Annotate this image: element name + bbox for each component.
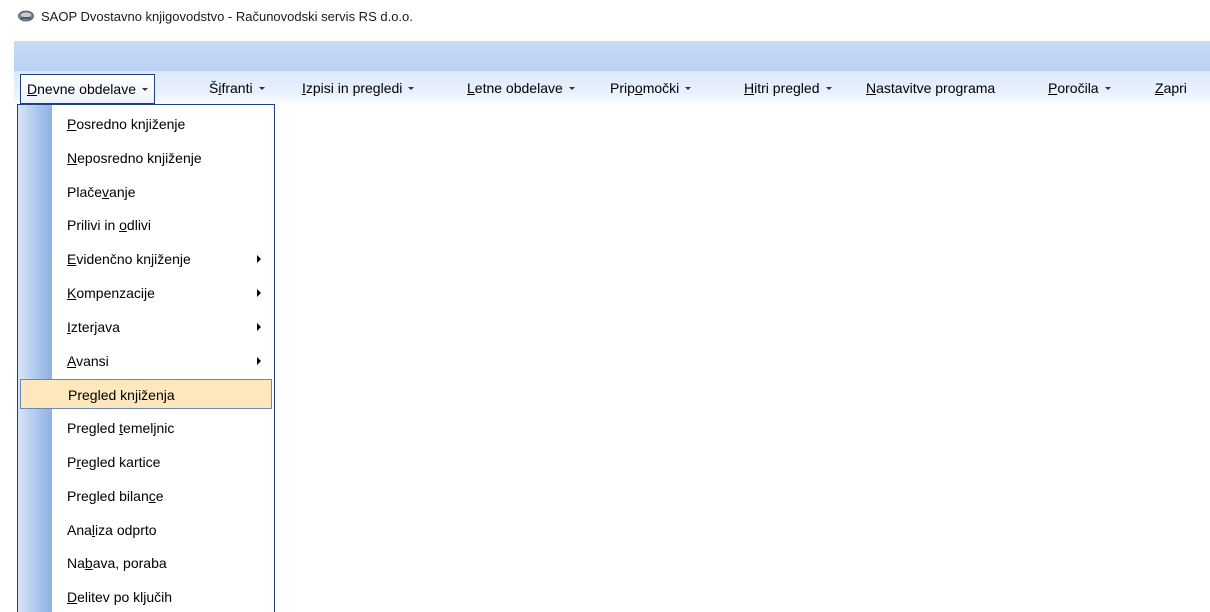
menu-label: Pripomočki	[610, 80, 680, 96]
dropdown-item-label: Pregled knjiženja	[68, 387, 175, 404]
menu-label: Letne obdelave	[467, 80, 563, 96]
dropdown-item-label: Nabava, poraba	[67, 555, 167, 572]
submenu-arrow-icon	[257, 322, 261, 331]
dropdown-item-label: Prilivi in odlivi	[67, 217, 152, 234]
menu-porocila[interactable]: Poročila	[1048, 75, 1111, 101]
caret-down-icon	[408, 86, 415, 90]
dropdown-item-label: Kompenzacije	[67, 285, 155, 301]
dropdown-item-pregled-kartice[interactable]: Pregled kartice	[18, 447, 274, 477]
dropdown-item-label: Neposredno knjiženje	[67, 149, 202, 166]
window-title: SAOP Dvostavno knjigovodstvo - Računovod…	[41, 9, 413, 24]
caret-down-icon	[142, 87, 148, 91]
caret-down-icon	[685, 86, 692, 90]
dropdown-item-label: Plačevanje	[67, 183, 136, 200]
menu-label: Poročila	[1048, 80, 1099, 96]
menu-letne-obdelave[interactable]: Letne obdelave	[467, 75, 575, 101]
caret-down-icon	[258, 86, 265, 90]
menu-label: Hitri pregled	[744, 80, 820, 96]
dropdown-item-label: Posredno knjiženje	[67, 116, 186, 132]
submenu-arrow-icon	[257, 356, 261, 365]
menu-label: Izpisi in pregledi	[302, 80, 403, 96]
dropdown-item-neposredno-knjizenje[interactable]: Neposredno knjiženje	[18, 143, 274, 173]
dropdown-item-analiza-odprto[interactable]: Analiza odprto	[18, 515, 274, 545]
menu-nastavitve-programa[interactable]: Nastavitve programa	[866, 75, 995, 101]
dropdown-item-evidencno-knjizenje[interactable]: Evidenčno knjiženje	[18, 244, 274, 274]
menu-sifranti[interactable]: Šifranti	[209, 75, 265, 101]
menu-label: Nastavitve programa	[866, 80, 996, 96]
dropdown-item-label: Izterjava	[67, 318, 120, 335]
menu-zapri[interactable]: Zapri	[1155, 75, 1187, 101]
dropdown-item-posredno-knjizenje[interactable]: Posredno knjiženje	[18, 109, 274, 139]
dropdown-item-label: Delitev po ključih	[67, 589, 173, 606]
submenu-arrow-icon	[257, 289, 261, 297]
menu-pripomocki[interactable]: Pripomočki	[610, 75, 692, 101]
dropdown-item-label: Analiza odprto	[67, 521, 157, 538]
menu-label: Dnevne obdelave	[27, 81, 136, 97]
dropdown-item-pregled-bilance[interactable]: Pregled bilance	[18, 481, 274, 511]
dropdown-item-nabava-poraba[interactable]: Nabava, poraba	[18, 548, 274, 578]
caret-down-icon	[1104, 86, 1111, 90]
menu-label: Šifranti	[209, 80, 253, 96]
menubar-band	[14, 41, 1210, 71]
dnevne-obdelave-dropdown: Posredno knjiženje Neposredno knjiženje Pl…	[17, 104, 275, 612]
menu-hitri-pregled[interactable]: Hitri pregled	[744, 75, 832, 101]
menu-izpisi-in-pregledi[interactable]: Izpisi in pregledi	[302, 75, 415, 101]
dropdown-item-label: Pregled bilance	[67, 487, 164, 504]
dropdown-item-kompenzacije[interactable]: Kompenzacije	[18, 278, 274, 308]
menu-dnevne-obdelave[interactable]: Dnevne obdelave	[20, 74, 155, 104]
dropdown-item-delitev-po-kljucih[interactable]: Delitev po ključih	[18, 582, 274, 612]
caret-down-icon	[568, 86, 575, 90]
dropdown-item-pregled-knjizenja[interactable]: Pregled knjiženja	[20, 379, 272, 410]
caret-down-icon	[825, 86, 832, 90]
dropdown-item-prilivi-in-odlivi[interactable]: Prilivi in odlivi	[18, 210, 274, 240]
dropdown-item-label: Pregled kartice	[67, 454, 161, 470]
dropdown-item-label: Avansi	[67, 352, 109, 369]
submenu-arrow-icon	[257, 255, 261, 264]
dropdown-item-placevanje[interactable]: Plačevanje	[18, 177, 274, 207]
dropdown-item-label: Pregled temeljnic	[67, 420, 175, 437]
dropdown-item-pregled-temeljnic[interactable]: Pregled temeljnic	[18, 413, 274, 443]
dropdown-item-avansi[interactable]: Avansi	[18, 346, 274, 376]
menu-label: Zapri	[1155, 80, 1187, 96]
app-icon	[18, 10, 34, 22]
dropdown-item-label: Evidenčno knjiženje	[67, 251, 191, 268]
title-bar: SAOP Dvostavno knjigovodstvo - Računovod…	[0, 0, 1210, 34]
dropdown-item-izterjava[interactable]: Izterjava	[18, 312, 274, 342]
